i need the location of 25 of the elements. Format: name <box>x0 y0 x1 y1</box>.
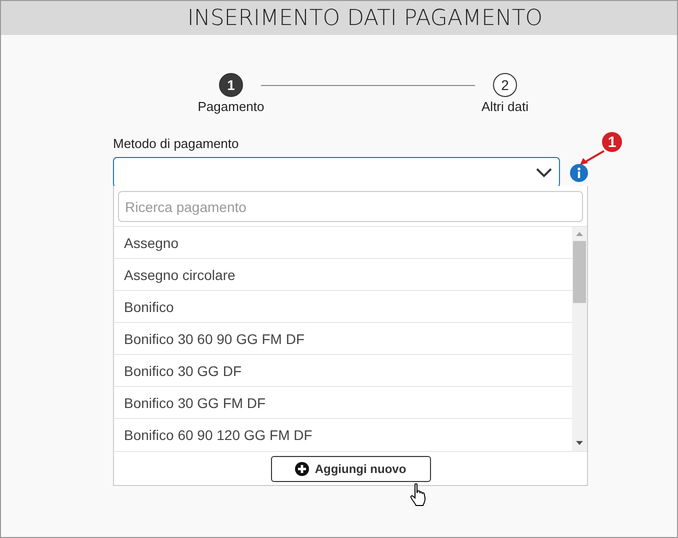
annotation-arrow <box>580 150 604 165</box>
info-icon <box>570 164 588 182</box>
option-item[interactable]: Bonifico 30 GG FM DF <box>114 387 572 419</box>
window-title: INSERIMENTO DATI PAGAMENTO <box>187 6 543 30</box>
chevron-down-icon <box>536 168 552 178</box>
scroll-down-icon <box>576 441 583 445</box>
option-item[interactable]: Assegno <box>114 227 572 259</box>
step-label: Pagamento <box>198 99 264 114</box>
step-label: Altri dati <box>482 99 528 114</box>
option-item[interactable]: Bonifico 30 60 90 GG FM DF <box>114 323 572 355</box>
add-button[interactable]: Aggiungi nuovo <box>270 456 430 482</box>
select-field[interactable] <box>113 157 560 188</box>
scrollbar-thumb[interactable] <box>573 241 586 303</box>
scrollbar[interactable] <box>572 227 587 451</box>
option-item[interactable]: Bonifico <box>114 291 572 323</box>
option-item[interactable]: Bonifico 60 90 120 GG FM DF <box>114 419 572 451</box>
field-label: Metodo di pagamento <box>113 136 240 151</box>
step-number[interactable]: 1 <box>219 73 243 97</box>
search-field[interactable]: Ricerca pagamento <box>118 191 583 222</box>
scroll-up-icon <box>576 232 583 236</box>
option-item[interactable]: Bonifico 30 GG DF <box>114 355 572 387</box>
annotation-badge: 1 <box>602 132 622 152</box>
plus-circle-icon <box>294 462 309 476</box>
option-item[interactable]: Assegno circolare <box>114 259 572 291</box>
step-number[interactable]: 2 <box>493 73 517 97</box>
